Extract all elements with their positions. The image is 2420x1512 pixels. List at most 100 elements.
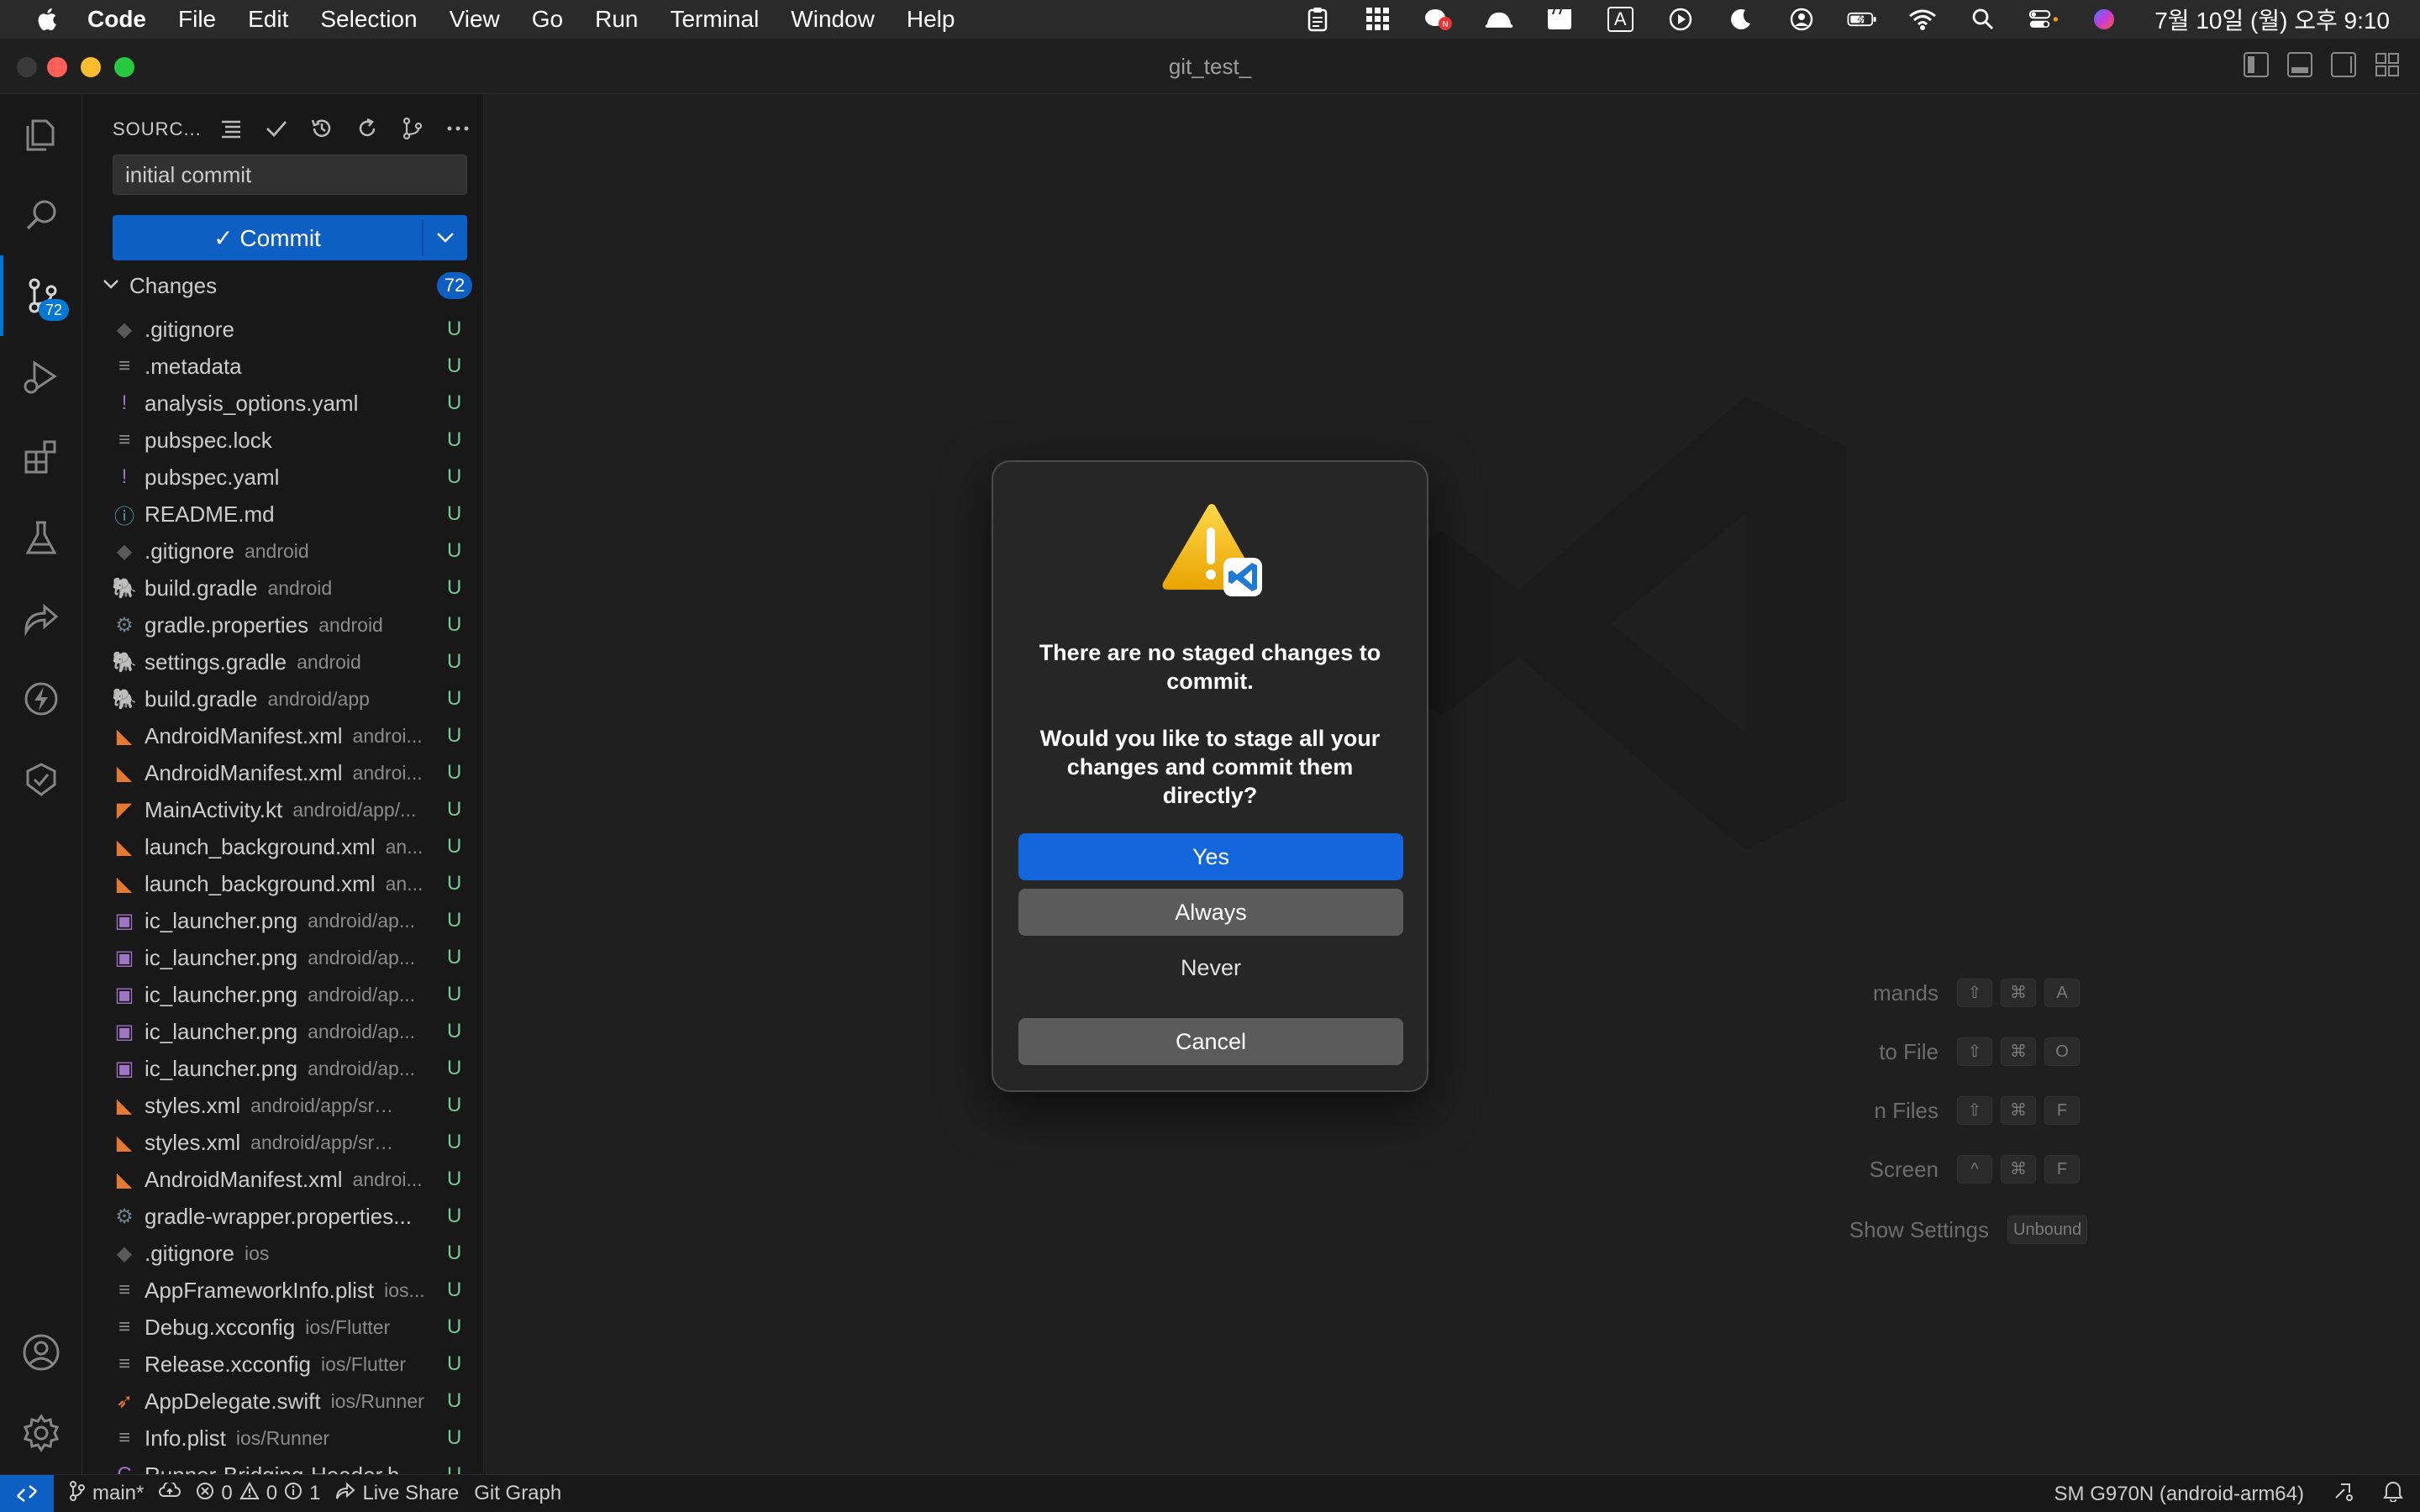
play-circle-icon[interactable] [1665, 7, 1696, 32]
file-row[interactable]: ➶ AppDelegate.swift ios/Runner U [82, 1383, 483, 1420]
file-row[interactable]: ◣ AndroidManifest.xml androi... U [82, 1161, 483, 1198]
clipboard-icon[interactable] [1302, 7, 1333, 32]
testing-flask-icon[interactable] [0, 497, 82, 578]
file-row[interactable]: ! analysis_options.yaml U [82, 385, 483, 422]
sync-status[interactable] [159, 1481, 182, 1505]
file-row[interactable]: ◣ launch_background.xml an... U [82, 828, 483, 865]
file-row[interactable]: ▣ ic_launcher.png android/ap... U [82, 902, 483, 939]
never-button[interactable]: Never [1018, 944, 1403, 991]
refresh-icon[interactable] [355, 116, 380, 141]
remote-indicator-icon[interactable] [0, 1474, 54, 1512]
toggle-primary-sidebar-icon[interactable] [2244, 52, 2269, 77]
customize-layout-icon[interactable] [2375, 52, 2400, 77]
cloud-hat-icon[interactable] [1484, 7, 1514, 32]
file-row[interactable]: ◣ styles.xml android/app/src/... U [82, 1087, 483, 1124]
commit-message-input[interactable]: initial commit [113, 155, 467, 195]
branch-graph-icon[interactable] [400, 116, 425, 141]
menu-view[interactable]: View [450, 6, 500, 33]
gear-icon: ⚙ [115, 613, 134, 637]
live-share-icon[interactable] [0, 578, 82, 659]
extensions-icon[interactable] [0, 417, 82, 497]
file-row[interactable]: ◣ launch_background.xml an... U [82, 865, 483, 902]
wifi-icon[interactable] [1907, 7, 1938, 32]
history-icon[interactable] [309, 116, 334, 141]
file-row[interactable]: ◆ .gitignore android U [82, 533, 483, 570]
explorer-icon[interactable] [0, 94, 82, 175]
git-graph-icon[interactable] [0, 739, 82, 820]
menubar-clock[interactable]: 7월 10일 (월) 오후 9:10 [2154, 3, 2390, 36]
file-row[interactable]: ▣ ic_launcher.png android/ap... U [82, 1013, 483, 1050]
file-row[interactable]: ≡ AppFrameworkInfo.plist ios... U [82, 1272, 483, 1309]
commit-button[interactable]: ✓ Commit [113, 224, 422, 252]
menu-file[interactable]: File [178, 6, 216, 33]
spotlight-search-icon[interactable] [1968, 7, 1998, 32]
menu-run[interactable]: Run [595, 6, 638, 33]
more-actions-icon[interactable] [445, 116, 471, 141]
settings-gear-icon[interactable] [0, 1393, 82, 1473]
file-row[interactable]: ◆ .gitignore U [82, 311, 483, 348]
menu-help[interactable]: Help [907, 6, 955, 33]
lightning-icon[interactable] [0, 659, 82, 739]
menu-terminal[interactable]: Terminal [670, 6, 759, 33]
file-row[interactable]: 🐘 build.gradle android U [82, 570, 483, 606]
commit-check-icon[interactable] [264, 116, 289, 141]
input-source-icon[interactable]: A [1605, 7, 1635, 32]
file-row[interactable]: ◆ .gitignore ios U [82, 1235, 483, 1272]
toggle-secondary-sidebar-icon[interactable] [2331, 52, 2356, 77]
file-row[interactable]: ▣ ic_launcher.png android/ap... U [82, 939, 483, 976]
menu-edit[interactable]: Edit [248, 6, 288, 33]
menu-go[interactable]: Go [532, 6, 563, 33]
yes-button[interactable]: Yes [1018, 833, 1403, 880]
file-name: settings.gradle [145, 648, 287, 675]
toggle-panel-icon[interactable] [2287, 52, 2312, 77]
battery-icon[interactable] [1847, 7, 1877, 32]
file-row[interactable]: ⚙ gradle-wrapper.properties... U [82, 1198, 483, 1235]
changes-section-header[interactable]: Changes 72 [103, 269, 472, 302]
always-button[interactable]: Always [1018, 889, 1403, 936]
search-icon[interactable] [0, 175, 82, 255]
file-row[interactable]: ⓘ README.md U [82, 496, 483, 533]
user-circle-icon[interactable] [1786, 7, 1817, 32]
view-as-tree-icon[interactable] [218, 116, 244, 141]
file-row[interactable]: ! pubspec.yaml U [82, 459, 483, 496]
file-row[interactable]: 🐘 build.gradle android/app U [82, 680, 483, 717]
apple-logo-icon[interactable] [34, 5, 62, 34]
menu-selection[interactable]: Selection [320, 6, 417, 33]
grid-apps-icon[interactable] [1363, 7, 1393, 32]
notifications-bell-icon[interactable] [2383, 1480, 2403, 1508]
accounts-icon[interactable] [0, 1312, 82, 1393]
file-row[interactable]: ◣ AndroidManifest.xml androi... U [82, 717, 483, 754]
moon-icon[interactable] [1726, 7, 1756, 32]
file-row[interactable]: ≡ pubspec.lock U [82, 422, 483, 459]
file-row[interactable]: 🐘 settings.gradle android U [82, 643, 483, 680]
control-center-icon[interactable] [2028, 7, 2059, 32]
git-graph-status[interactable]: Git Graph [474, 1482, 561, 1505]
feedback-icon[interactable] [2333, 1481, 2354, 1507]
file-row[interactable]: ◣ styles.xml android/app/src/... U [82, 1124, 483, 1161]
file-row[interactable]: ▣ ic_launcher.png android/ap... U [82, 976, 483, 1013]
clapper-icon[interactable] [1544, 7, 1575, 32]
file-name: MainActivity.kt [145, 796, 283, 822]
file-row[interactable]: ≡ Release.xcconfig ios/Flutter U [82, 1346, 483, 1383]
file-row[interactable]: ≡ .metadata U [82, 348, 483, 385]
file-row[interactable]: ◤ MainActivity.kt android/app/... U [82, 791, 483, 828]
device-status[interactable]: SM G970N (android-arm64) [2054, 1483, 2304, 1506]
siri-icon[interactable] [2089, 7, 2119, 32]
commit-dropdown-chevron-icon[interactable] [424, 215, 467, 260]
chat-notification-icon[interactable]: N [1423, 7, 1454, 32]
branch-status[interactable]: main* [69, 1480, 144, 1507]
file-row[interactable]: C Runner-Bridging-Header.h... U [82, 1457, 483, 1475]
menu-window[interactable]: Window [791, 6, 875, 33]
file-row[interactable]: ⚙ gradle.properties android U [82, 606, 483, 643]
file-row[interactable]: ≡ Info.plist ios/Runner U [82, 1420, 483, 1457]
live-share-status[interactable]: Live Share [335, 1482, 459, 1506]
file-row[interactable]: ▣ ic_launcher.png android/ap... U [82, 1050, 483, 1087]
menu-app-name[interactable]: Code [87, 6, 146, 33]
problems-status[interactable]: 0 0 1 [196, 1481, 320, 1506]
file-row[interactable]: ≡ Debug.xcconfig ios/Flutter U [82, 1309, 483, 1346]
source-control-icon[interactable]: 72 [0, 255, 82, 336]
run-debug-icon[interactable] [0, 336, 82, 417]
cancel-button[interactable]: Cancel [1018, 1018, 1403, 1065]
file-row[interactable]: ◣ AndroidManifest.xml androi... U [82, 754, 483, 791]
chevron-down-icon[interactable] [103, 278, 119, 294]
